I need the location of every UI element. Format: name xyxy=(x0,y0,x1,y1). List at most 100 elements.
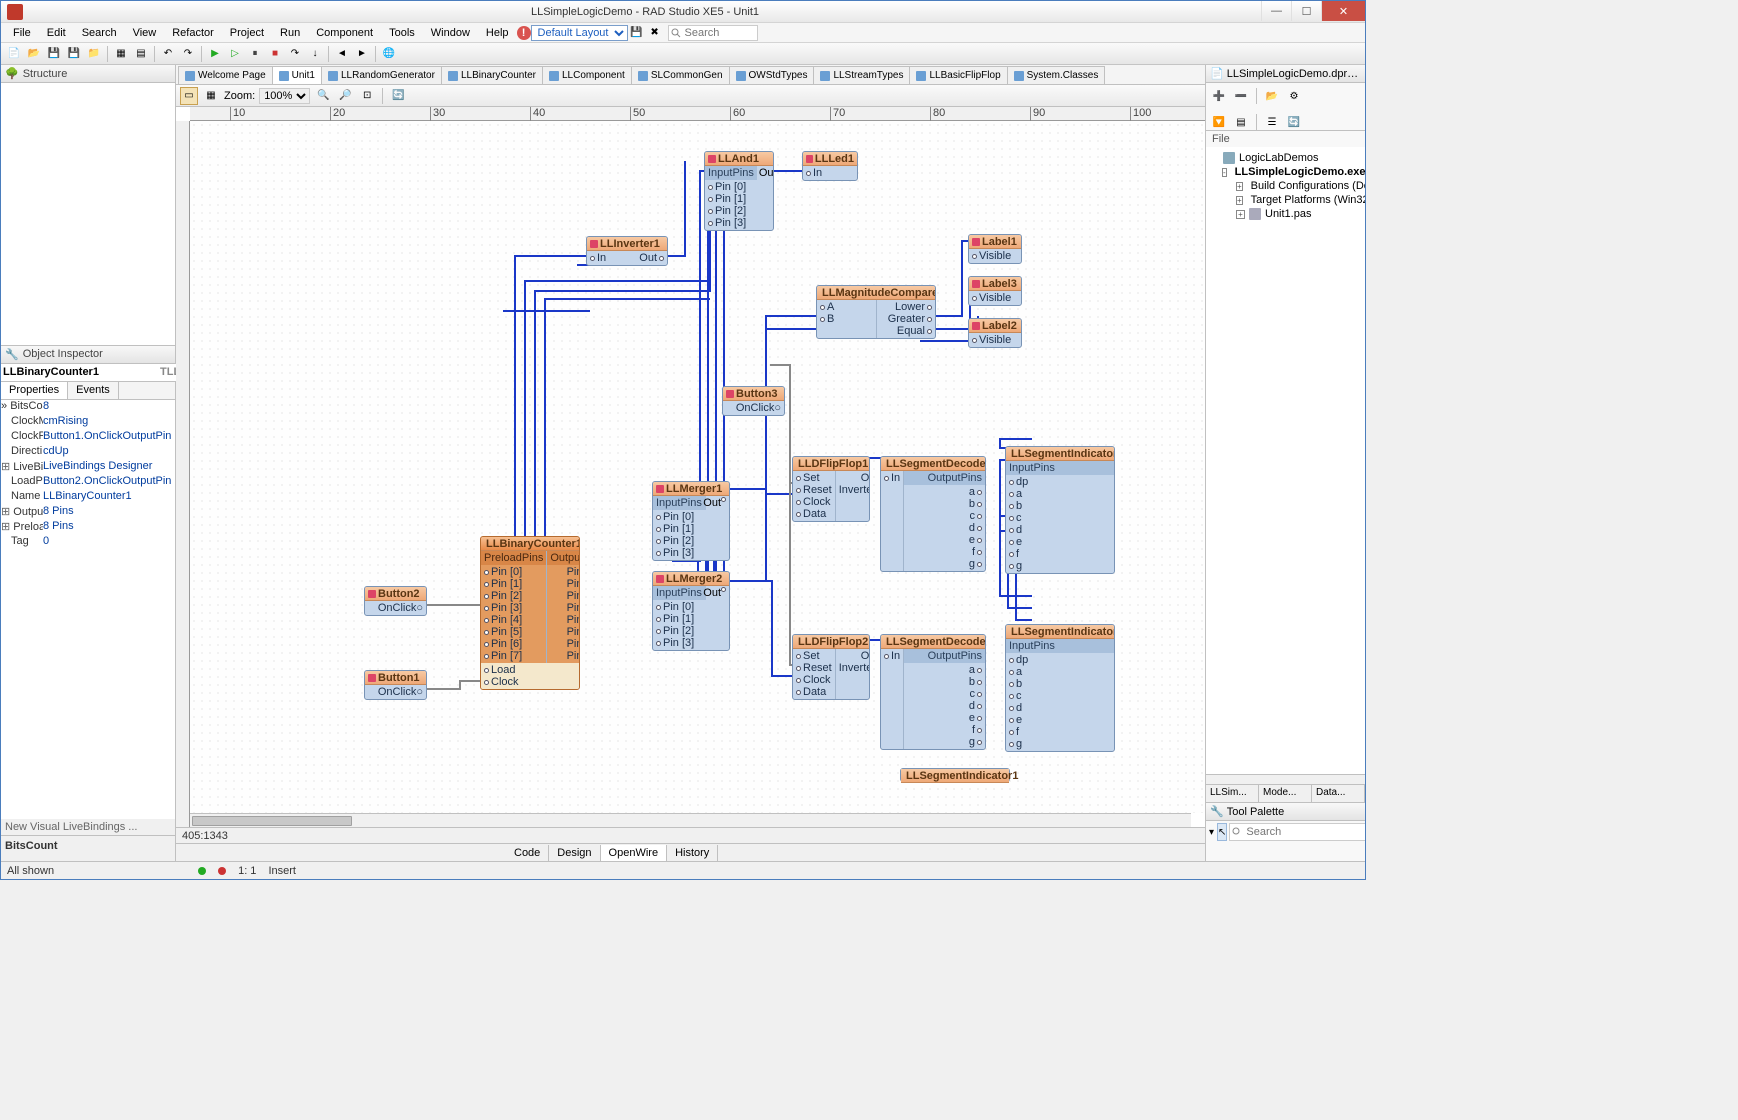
prop-row[interactable]: Tag0 xyxy=(1,535,175,550)
new-icon[interactable]: 📄 xyxy=(5,45,23,63)
node-llsegind3[interactable]: LLSegmentIndicator3 InputPins dp a b c d… xyxy=(1005,446,1115,574)
view-unit-icon[interactable]: ▤ xyxy=(132,45,150,63)
node-llmerger1[interactable]: LLMerger1 InputPinsOut Pin [0] Pin [1] P… xyxy=(652,481,730,561)
node-llsegind1[interactable]: LLSegmentIndicator1 xyxy=(900,768,1010,782)
btab-openwire[interactable]: OpenWire xyxy=(601,845,668,861)
prop-row[interactable]: Output8 Pins xyxy=(1,505,175,520)
node-button2[interactable]: Button2 OnClick○ xyxy=(364,586,427,616)
prop-row[interactable]: LoadPirButton2.OnClickOutputPin xyxy=(1,475,175,490)
tree-item[interactable]: +Build Configurations (Debug) xyxy=(1210,179,1361,193)
step-into-icon[interactable]: ↓ xyxy=(306,45,324,63)
file-tab-llcomponent[interactable]: LLComponent xyxy=(542,66,632,84)
proj-filter-icon[interactable]: ▤ xyxy=(1232,113,1250,131)
layout-delete-icon[interactable]: ✖ xyxy=(646,24,664,42)
redo-icon[interactable]: ↷ xyxy=(179,45,197,63)
node-label3[interactable]: Label3 Visible xyxy=(968,276,1022,306)
prop-row[interactable]: DirecticdUp xyxy=(1,445,175,460)
menu-project[interactable]: Project xyxy=(222,25,272,41)
node-label2[interactable]: Label2 Visible xyxy=(968,318,1022,348)
menu-view[interactable]: View xyxy=(125,25,165,41)
ide-search-input[interactable] xyxy=(668,25,758,41)
file-tab-llstreamtypes[interactable]: LLStreamTypes xyxy=(813,66,910,84)
project-tree[interactable]: LogicLabDemos-LLSimpleLogicDemo.exe+Buil… xyxy=(1206,147,1365,774)
file-tab-llbinarycounter[interactable]: LLBinaryCounter xyxy=(441,66,543,84)
menu-search[interactable]: Search xyxy=(74,25,125,41)
run-icon[interactable]: ▶ xyxy=(206,45,224,63)
palette-arrow-icon[interactable]: ↖ xyxy=(1217,823,1227,841)
menu-help[interactable]: Help xyxy=(478,25,517,41)
node-lldff1[interactable]: LLDFlipFlop1 Set Reset Clock Data Out In… xyxy=(792,456,870,522)
prop-row[interactable]: ClockPiButton1.OnClickOutputPin xyxy=(1,430,175,445)
saveall-icon[interactable]: 💾 xyxy=(65,45,83,63)
file-tab-llrandomgenerator[interactable]: LLRandomGenerator xyxy=(321,66,442,84)
file-tab-owstdtypes[interactable]: OWStdTypes xyxy=(729,66,815,84)
menu-window[interactable]: Window xyxy=(423,25,478,41)
node-lland1[interactable]: LLAnd1 InputPinsOut Pin [0] Pin [1] Pin … xyxy=(704,151,774,231)
proj-view-icon[interactable]: 📂 xyxy=(1263,87,1281,105)
prop-row[interactable]: Preloa8 Pins xyxy=(1,520,175,535)
node-llinverter1[interactable]: LLInverter1 InOut xyxy=(586,236,668,266)
back-icon[interactable]: ◄ xyxy=(333,45,351,63)
object-inspector-select[interactable] xyxy=(1,364,175,382)
menu-tools[interactable]: Tools xyxy=(381,25,423,41)
rt-llsim[interactable]: LLSim... xyxy=(1206,785,1259,802)
proj-list-icon[interactable]: ☰ xyxy=(1263,113,1281,131)
zoom-select[interactable]: 100% xyxy=(259,88,310,104)
prop-row[interactable]: BitsCou8 xyxy=(1,400,175,415)
file-tab-welcome-page[interactable]: Welcome Page xyxy=(178,66,273,84)
oi-tab-events[interactable]: Events xyxy=(68,382,119,399)
prop-row[interactable]: LiveBinLiveBindings Designer xyxy=(1,460,175,475)
node-llsegdec4[interactable]: LLSegmentDecoder4 In OutputPins a b c d … xyxy=(880,634,986,750)
file-tab-system-classes[interactable]: System.Classes xyxy=(1007,66,1106,84)
close-button[interactable]: ✕ xyxy=(1321,1,1365,21)
menu-edit[interactable]: Edit xyxy=(39,25,74,41)
step-over-icon[interactable]: ↷ xyxy=(286,45,304,63)
palette-search-input[interactable] xyxy=(1229,823,1365,841)
menu-component[interactable]: Component xyxy=(308,25,381,41)
folder-icon[interactable]: 📁 xyxy=(85,45,103,63)
btab-design[interactable]: Design xyxy=(549,845,600,861)
node-llmagcomp[interactable]: LLMagnitudeComparer1 A B Lower Greater E… xyxy=(816,285,936,339)
node-llmerger2[interactable]: LLMerger2 InputPinsOut Pin [0] Pin [1] P… xyxy=(652,571,730,651)
btab-code[interactable]: Code xyxy=(506,845,549,861)
refresh-icon[interactable]: 🔄 xyxy=(389,87,407,105)
node-lldff2[interactable]: LLDFlipFlop2 Set Reset Clock Data Out In… xyxy=(792,634,870,700)
tree-item[interactable]: -LLSimpleLogicDemo.exe xyxy=(1210,165,1361,179)
minimize-button[interactable]: — xyxy=(1261,1,1291,21)
grid-icon[interactable]: ▦ xyxy=(202,87,220,105)
maximize-button[interactable]: ☐ xyxy=(1291,1,1321,21)
forward-icon[interactable]: ► xyxy=(353,45,371,63)
view-form-icon[interactable]: ▦ xyxy=(112,45,130,63)
prop-row[interactable]: NameLLBinaryCounter1 xyxy=(1,490,175,505)
pause-icon[interactable]: ⏸ xyxy=(246,45,264,63)
zoom-in-icon[interactable]: 🔍 xyxy=(314,87,332,105)
open-icon[interactable]: 📂 xyxy=(25,45,43,63)
proj-remove-icon[interactable]: ➖ xyxy=(1232,87,1250,105)
node-llled1[interactable]: LLLed1 In xyxy=(802,151,858,181)
designer-canvas[interactable]: Button2 OnClick○ Button1 OnClick○ Button… xyxy=(190,121,1205,813)
tree-item[interactable]: +Unit1.pas xyxy=(1210,207,1361,221)
stop-icon[interactable]: ■ xyxy=(266,45,284,63)
zoom-fit-icon[interactable]: ⊡ xyxy=(358,87,376,105)
node-button1[interactable]: Button1 OnClick○ xyxy=(364,670,427,700)
globe-icon[interactable]: 🌐 xyxy=(380,45,398,63)
layout-select[interactable]: Default Layout xyxy=(531,25,628,41)
select-tool-icon[interactable]: ▭ xyxy=(180,87,198,105)
node-label1[interactable]: Label1 Visible xyxy=(968,234,1022,264)
rt-mode[interactable]: Mode... xyxy=(1259,785,1312,802)
node-llbinarycounter1[interactable]: LLBinaryCounter1 PreloadPins Pin [0] Pin… xyxy=(480,536,580,690)
file-tab-llbasicflipflop[interactable]: LLBasicFlipFlop xyxy=(909,66,1007,84)
livebindings-link[interactable]: New Visual LiveBindings ... xyxy=(1,819,175,835)
tree-scrollbar[interactable] xyxy=(1206,774,1365,784)
node-llsegdec3[interactable]: LLSegmentDecoder3 In OutputPins a b c d … xyxy=(880,456,986,572)
menu-file[interactable]: File xyxy=(5,25,39,41)
undo-icon[interactable]: ↶ xyxy=(159,45,177,63)
oi-component-name[interactable] xyxy=(1,364,158,381)
proj-opts-icon[interactable]: ⚙ xyxy=(1285,87,1303,105)
oi-tab-properties[interactable]: Properties xyxy=(1,382,68,399)
horizontal-scrollbar[interactable] xyxy=(190,813,1191,827)
prop-row[interactable]: ClockMcmRising xyxy=(1,415,175,430)
menu-refactor[interactable]: Refactor xyxy=(164,25,222,41)
proj-add-icon[interactable]: ➕ xyxy=(1210,87,1228,105)
btab-history[interactable]: History xyxy=(667,845,718,861)
